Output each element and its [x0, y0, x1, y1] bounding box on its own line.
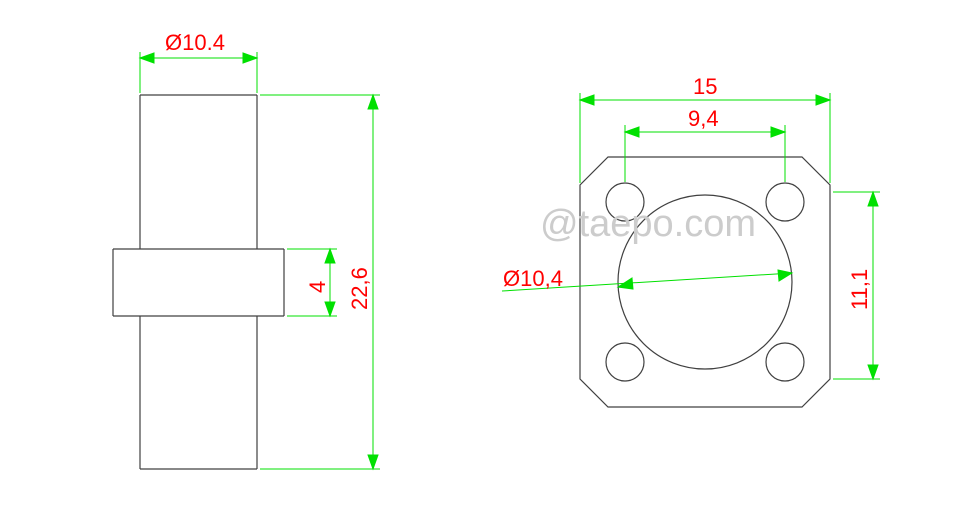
- dim-hole-pitch: [625, 125, 785, 182]
- dim-top-diameter: [140, 52, 257, 93]
- engineering-drawing: Ø10.4 22,6 4: [0, 0, 965, 532]
- watermark-text: @taepo.com: [540, 203, 756, 245]
- right-part-outline: [580, 157, 830, 407]
- dim-right-height-label: 11,1: [847, 269, 872, 310]
- dim-center-diameter-label: Ø10,4: [503, 266, 563, 291]
- left-side-view: Ø10.4 22,6 4: [113, 30, 380, 469]
- left-part-outline: [113, 95, 284, 469]
- dim-flange-thickness-label: 4: [305, 281, 330, 293]
- dim-hole-pitch-label: 9,4: [688, 106, 719, 131]
- dim-top-diameter-label: Ø10.4: [165, 30, 225, 55]
- dim-overall-height-label: 22,6: [347, 267, 372, 310]
- dim-outer-width-label: 15: [693, 74, 717, 99]
